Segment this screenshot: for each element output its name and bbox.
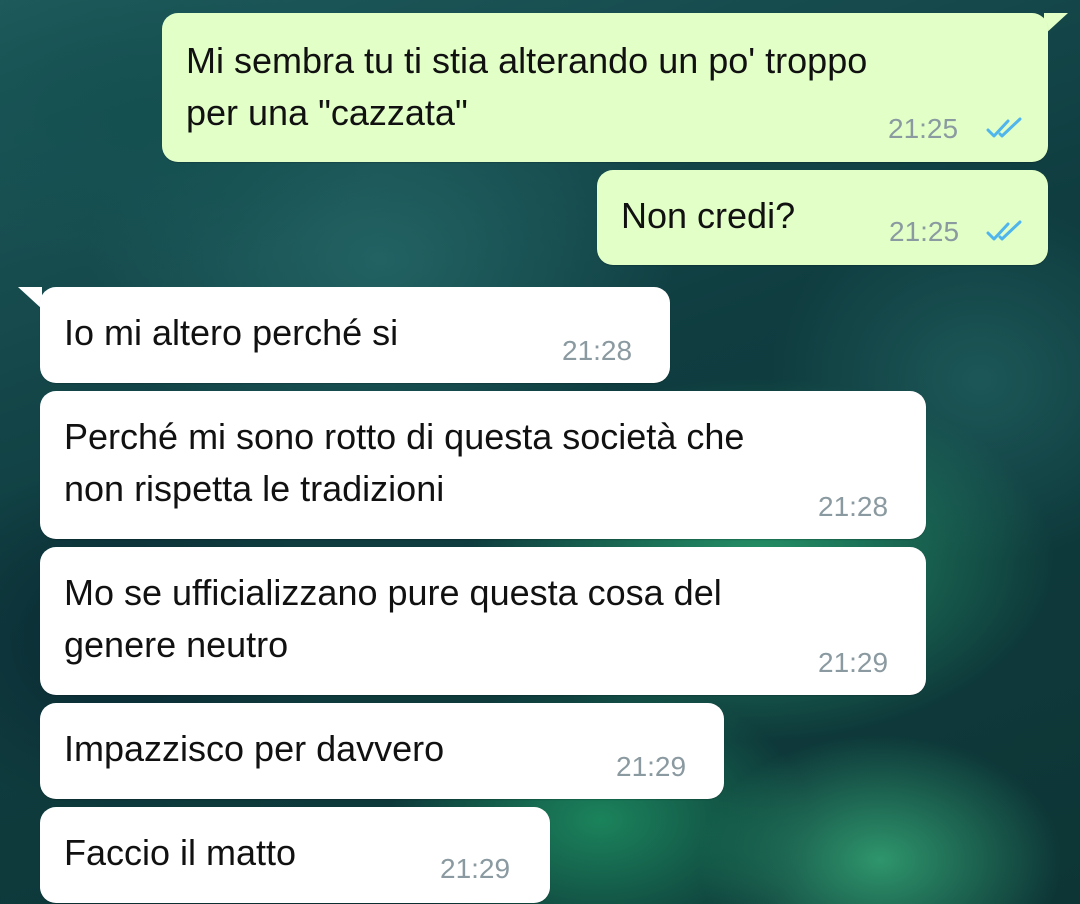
message-text-line: Faccio il matto bbox=[64, 832, 297, 873]
double-check-icon bbox=[986, 220, 1022, 241]
message-text-line: Perché mi sono rotto di questa società c… bbox=[64, 416, 745, 457]
message-timestamp: 21:29 bbox=[440, 853, 511, 884]
message-text-line: Mi sembra tu ti stia alterando un po' tr… bbox=[186, 40, 868, 81]
message-bubble-outgoing[interactable]: Mi sembra tu ti stia alterando un po' tr… bbox=[162, 13, 1048, 162]
message-timestamp: 21:28 bbox=[562, 335, 633, 366]
message-text-line: per una "cazzata" bbox=[186, 92, 468, 133]
message-timestamp: 21:29 bbox=[616, 751, 687, 782]
message-text-line: Mo se ufficializzano pure questa cosa de… bbox=[64, 572, 722, 613]
message-bubble-incoming[interactable]: Io mi altero perché si 21:28 bbox=[40, 287, 670, 383]
message-text-line: Non credi? bbox=[621, 195, 796, 236]
double-check-icon bbox=[986, 117, 1022, 138]
message-bubble-incoming[interactable]: Impazzisco per davvero 21:29 bbox=[40, 703, 724, 799]
message-bubble-incoming[interactable]: Mo se ufficializzano pure questa cosa de… bbox=[40, 547, 926, 695]
message-bubble-incoming[interactable]: Faccio il matto 21:29 bbox=[40, 807, 550, 903]
message-bubble-incoming[interactable]: Perché mi sono rotto di questa società c… bbox=[40, 391, 926, 539]
message-timestamp: 21:28 bbox=[818, 491, 889, 522]
message-text-line: non rispetta le tradizioni bbox=[64, 468, 445, 509]
message-text-line: genere neutro bbox=[64, 624, 289, 665]
message-text-line: Io mi altero perché si bbox=[64, 312, 399, 353]
message-timestamp: 21:29 bbox=[818, 647, 889, 678]
bubble-tail bbox=[18, 287, 42, 309]
message-timestamp: 21:25 bbox=[889, 216, 960, 247]
message-text-line: Impazzisco per davvero bbox=[64, 728, 445, 769]
message-timestamp: 21:25 bbox=[888, 113, 959, 144]
message-bubble-outgoing[interactable]: Non credi? 21:25 bbox=[597, 170, 1048, 265]
